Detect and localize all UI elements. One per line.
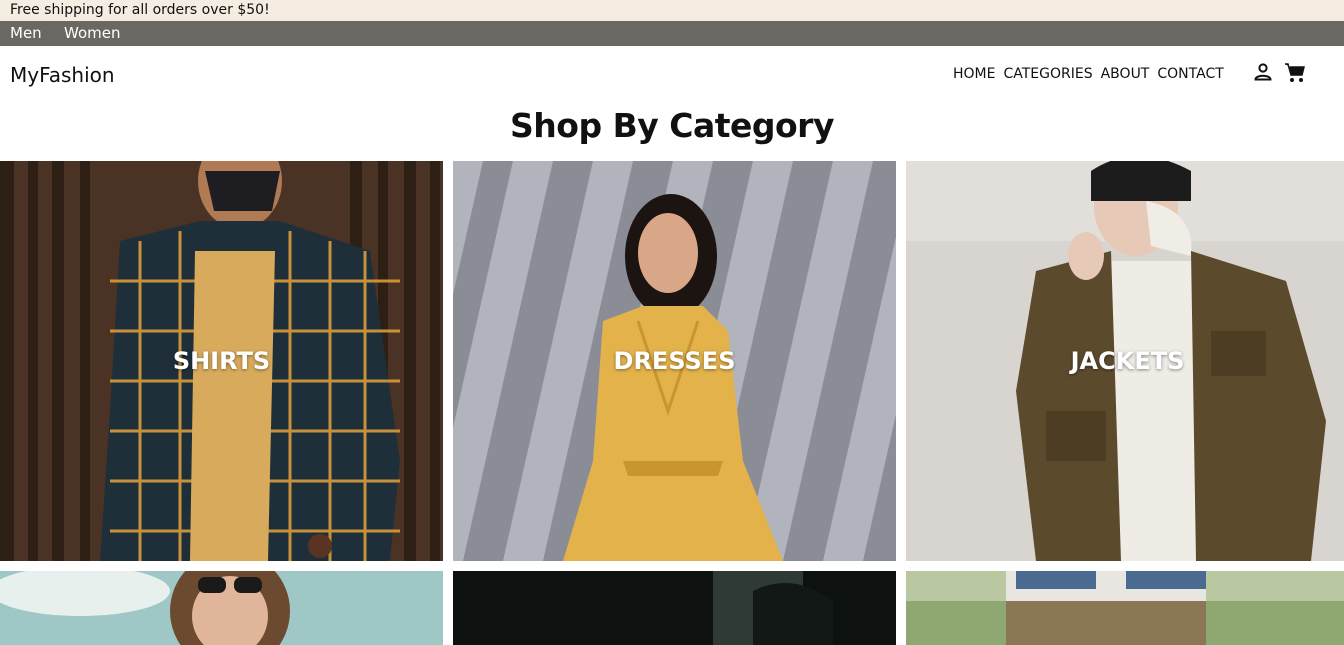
category-tile-jackets[interactable]: JACKETS: [906, 161, 1344, 561]
gender-link-women[interactable]: Women: [64, 21, 120, 46]
category-tile-row2-2[interactable]: [453, 571, 896, 645]
announcement-bar: Free shipping for all orders over $50!: [0, 0, 1344, 21]
nav-contact[interactable]: CONTACT: [1157, 66, 1223, 82]
category-label-dresses: DRESSES: [613, 347, 736, 375]
brand-logo[interactable]: MyFashion: [10, 63, 115, 87]
nav-categories[interactable]: CATEGORIES: [1003, 66, 1092, 82]
site-header: MyFashion HOME CATEGORIES ABOUT CONTACT: [0, 46, 1344, 104]
category-tile-row2-3[interactable]: [906, 571, 1344, 645]
category-label-shirts: SHIRTS: [172, 347, 271, 375]
row2-photo-1: [0, 571, 443, 645]
main-nav: HOME CATEGORIES ABOUT CONTACT: [953, 66, 1224, 82]
category-tile-row2-1[interactable]: [0, 571, 443, 645]
cart-icon[interactable]: [1284, 62, 1306, 88]
gender-link-men[interactable]: Men: [10, 21, 42, 46]
category-tile-dresses[interactable]: DRESSES: [453, 161, 896, 561]
category-tile-shirts[interactable]: SHIRTS: [0, 161, 443, 561]
row2-photo-2: [453, 571, 896, 645]
section-title: Shop By Category: [510, 106, 834, 145]
nav-about[interactable]: ABOUT: [1101, 66, 1150, 82]
announcement-text: Free shipping for all orders over $50!: [10, 2, 270, 18]
person-icon[interactable]: [1253, 62, 1273, 86]
category-label-jackets: JACKETS: [1070, 347, 1185, 375]
row2-photo-3: [906, 571, 1344, 645]
nav-home[interactable]: HOME: [953, 66, 995, 82]
gender-nav-bar: Men Women: [0, 21, 1344, 46]
